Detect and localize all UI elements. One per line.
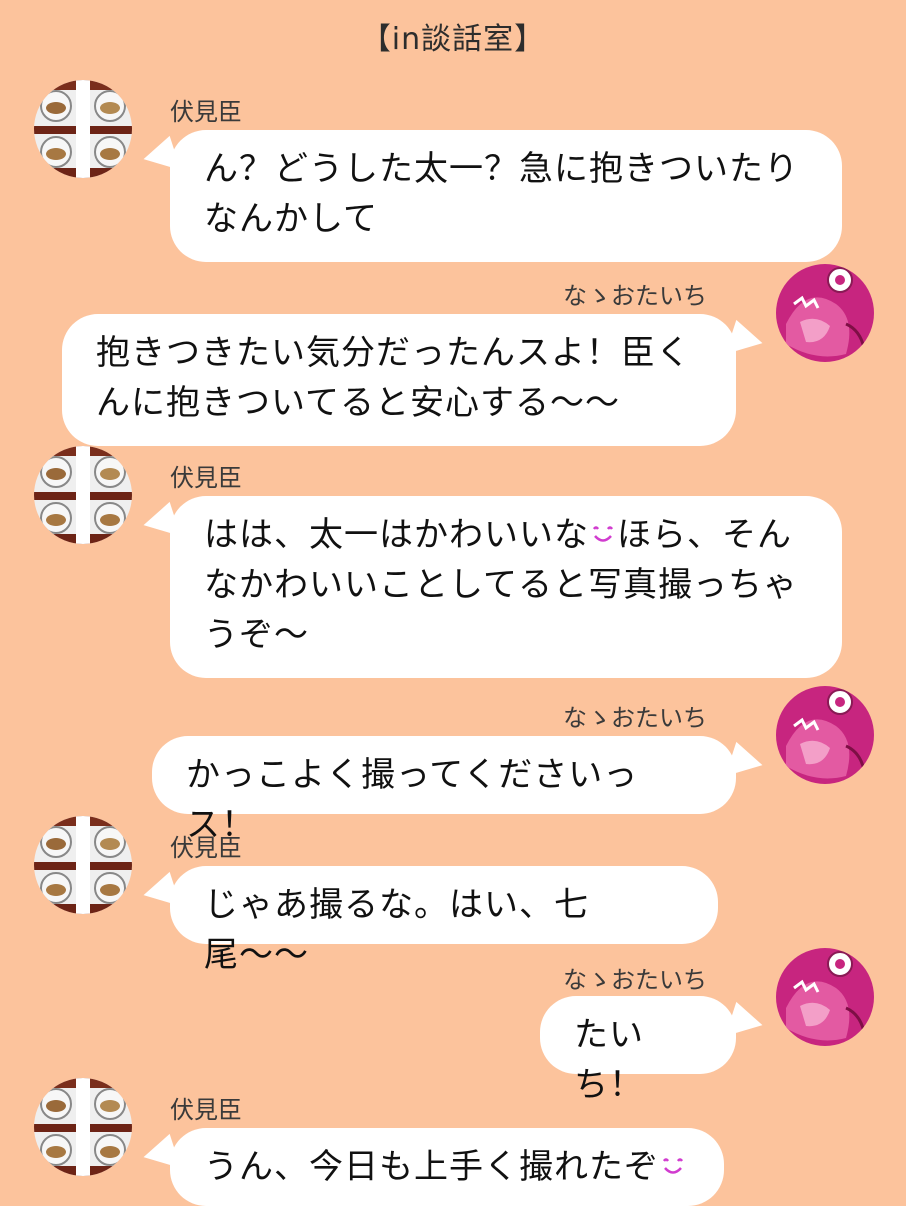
room-title: 【in談話室】: [360, 22, 546, 57]
omi-avatar-icon[interactable]: [34, 446, 132, 544]
message-line: 抱きつきたい気分だったんスよ！臣く: [96, 333, 691, 373]
message-line: うぞ〜: [204, 615, 309, 655]
sender-name: 伏見臣: [170, 98, 242, 126]
message-text: うん、今日も上手く撮れたぞ: [204, 1147, 659, 1187]
message-bubble[interactable]: ん？どうした太一？急に抱きついたり なんかして: [170, 130, 842, 262]
smile-emoji-icon: [662, 1158, 684, 1174]
sender-name: なゝおたいち: [563, 282, 707, 310]
message-line: なかわいいことしてると写真撮っちゃ: [204, 565, 798, 605]
sender-name: なゝおたいち: [563, 966, 707, 994]
message-line: はは、太一はかわいいな ほら、そん: [204, 510, 808, 560]
sender-name: なゝおたいち: [563, 704, 707, 732]
message-bubble[interactable]: はは、太一はかわいいな ほら、そん なかわいいことしてると写真撮っちゃ うぞ〜: [170, 496, 842, 678]
taichi-avatar-icon[interactable]: [776, 948, 874, 1046]
message-bubble[interactable]: うん、今日も上手く撮れたぞ: [170, 1128, 724, 1206]
sender-name: 伏見臣: [170, 1096, 242, 1124]
message-line: うん、今日も上手く撮れたぞ: [204, 1142, 690, 1192]
omi-avatar-icon[interactable]: [34, 1078, 132, 1176]
taichi-avatar-icon[interactable]: [776, 686, 874, 784]
omi-avatar-icon[interactable]: [34, 816, 132, 914]
message-line: んに抱きついてると安心する〜〜: [96, 383, 620, 423]
message-bubble[interactable]: かっこよく撮ってくださいっス！: [152, 736, 736, 845]
message-line: たいち！: [574, 1015, 644, 1105]
message-bubble[interactable]: じゃあ撮るな。はい、七尾〜〜: [170, 866, 718, 975]
message-bubble[interactable]: 抱きつきたい気分だったんスよ！臣く んに抱きついてると安心する〜〜: [62, 314, 736, 446]
message-bubble[interactable]: たいち！: [540, 996, 736, 1105]
message-line: なんかして: [204, 199, 378, 239]
message-line: かっこよく撮ってくださいっス！: [186, 755, 639, 845]
omi-avatar-icon[interactable]: [34, 80, 132, 178]
smile-emoji-icon: [592, 526, 614, 542]
message-text: ほら、そん: [617, 515, 792, 555]
taichi-avatar-icon[interactable]: [776, 264, 874, 362]
message-text: はは、太一はかわいいな: [204, 515, 589, 555]
message-line: ん？どうした太一？急に抱きついたり: [204, 149, 799, 189]
sender-name: 伏見臣: [170, 464, 242, 492]
sender-name: 伏見臣: [170, 834, 242, 862]
